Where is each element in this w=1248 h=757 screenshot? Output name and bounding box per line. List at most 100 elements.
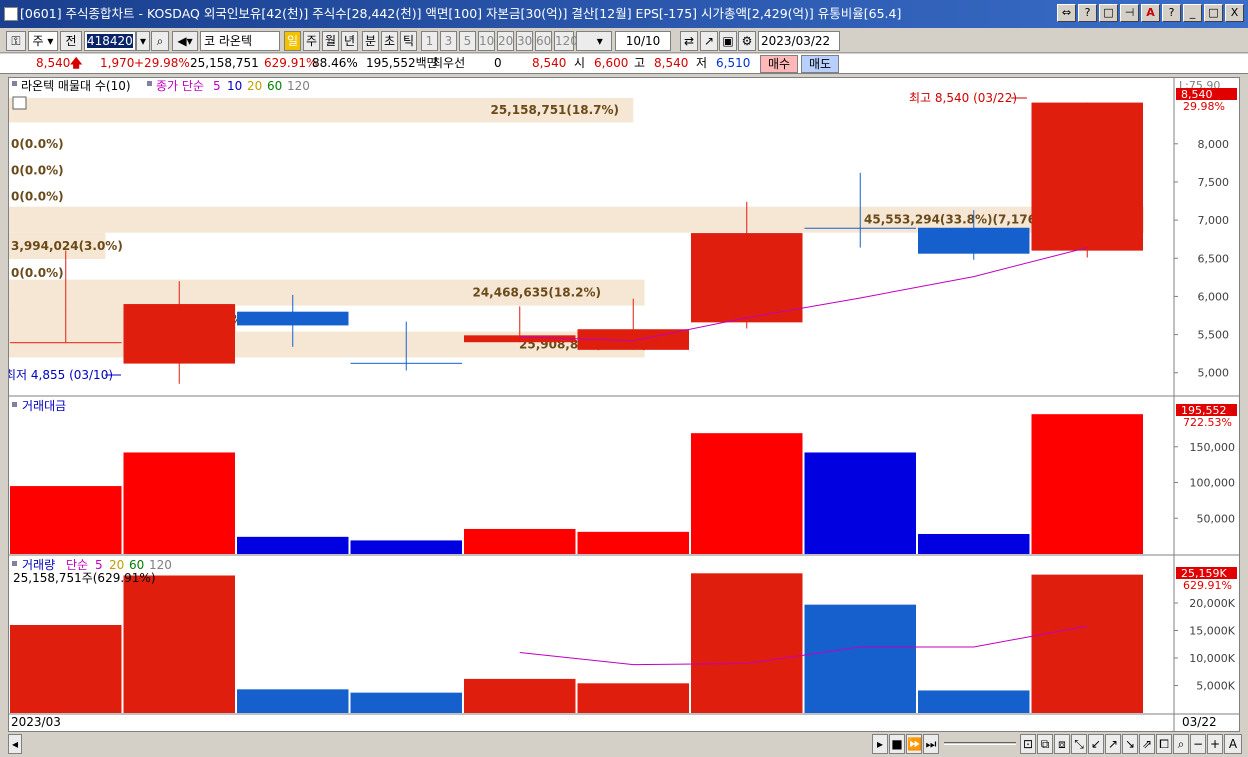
prev-button[interactable]: 전 xyxy=(60,31,82,51)
candle-body-4 xyxy=(464,335,576,343)
ma-legend-120[interactable]: 120 xyxy=(287,79,310,93)
profile-label-6: 0(0.0%) xyxy=(11,266,64,280)
ma-legend-10[interactable]: 10 xyxy=(227,79,242,93)
compare-icon[interactable]: ⧈ xyxy=(1054,734,1070,754)
value-legend[interactable]: 거래대금 xyxy=(22,399,66,413)
lock-icon[interactable]: ⚿ xyxy=(6,31,26,51)
ma-legend-20[interactable]: 20 xyxy=(247,79,262,93)
link-button[interactable]: ⇔ xyxy=(1057,4,1076,22)
period-year[interactable]: 년 xyxy=(341,31,358,51)
change-percent: +29.98% xyxy=(134,56,190,70)
stop-icon[interactable]: ■ xyxy=(889,734,905,754)
price-tick-label-0: 8,000 xyxy=(1198,138,1230,151)
date-input[interactable]: 2023/03/22 ▤ xyxy=(758,31,840,66)
minimize-button[interactable]: _ xyxy=(1183,4,1202,22)
interval-dropdown[interactable]: ▾ xyxy=(576,31,612,51)
stock-code-value: 418420 xyxy=(87,34,133,48)
profile-label-1: 0(0.0%) xyxy=(11,137,64,151)
value-bar-8 xyxy=(918,533,1030,554)
volume-ma-5[interactable]: 5 xyxy=(95,558,103,572)
save-icon[interactable]: ▣ xyxy=(719,31,737,51)
overlay-icon[interactable]: ⧉ xyxy=(1037,734,1053,754)
crosshair-icon[interactable]: ⊡ xyxy=(1020,734,1036,754)
close-button[interactable]: X xyxy=(1225,4,1244,22)
interval-1[interactable]: 1 xyxy=(421,31,438,51)
draw-fib-icon[interactable]: ↘ xyxy=(1122,734,1138,754)
minus-icon[interactable]: − xyxy=(1190,734,1206,754)
period-day[interactable]: 일 xyxy=(284,31,301,51)
chart-svg[interactable]: 25,158,751(18.7%)0(0.0%)0(0.0%)0(0.0%)45… xyxy=(9,78,1239,731)
interval-30[interactable]: 30 xyxy=(516,31,533,51)
tool-arrows-icon[interactable]: ⇄ xyxy=(680,31,698,51)
volume-ma-120[interactable]: 120 xyxy=(149,558,172,572)
interval-5[interactable]: 5 xyxy=(459,31,476,51)
text-tool-icon[interactable]: A xyxy=(1224,734,1242,754)
interval-3[interactable]: 3 xyxy=(440,31,457,51)
volume-legend[interactable]: 거래량 xyxy=(22,558,55,572)
draw-line-icon[interactable]: ⤡ xyxy=(1071,734,1087,754)
buy-button[interactable]: 매수 xyxy=(760,55,798,73)
mode-value: 주 xyxy=(32,34,44,48)
sound-icon[interactable]: ◀▾ xyxy=(172,31,198,51)
tool-chart-icon[interactable]: ↗ xyxy=(700,31,718,51)
pin-button[interactable]: ⊣ xyxy=(1120,4,1139,22)
volume-ma-label[interactable]: 단순 xyxy=(66,558,88,572)
restore-layout-button[interactable]: □ xyxy=(1099,4,1118,22)
candle-body-1 xyxy=(123,304,235,364)
volume-ma-60[interactable]: 60 xyxy=(129,558,144,572)
volume-bars xyxy=(10,573,1143,713)
interval-20[interactable]: 20 xyxy=(497,31,514,51)
volume-bar-5 xyxy=(577,683,689,713)
sell-button[interactable]: 매도 xyxy=(801,55,839,73)
draw-trend-icon[interactable]: ↗ xyxy=(1105,734,1121,754)
zoom-slider[interactable] xyxy=(944,742,1016,745)
profile-label-2: 0(0.0%) xyxy=(11,164,64,178)
interval-120[interactable]: 120 xyxy=(554,31,578,51)
ma-legend-5[interactable]: 5 xyxy=(213,79,221,93)
ma-legend-label[interactable]: 종가 단순 xyxy=(156,79,204,93)
fast-forward-icon[interactable]: ⏩ xyxy=(906,734,922,754)
help-button[interactable]: ? xyxy=(1078,4,1097,22)
stock-code-input[interactable]: 418420 xyxy=(84,31,136,51)
candle-body-2 xyxy=(237,311,349,326)
current-price: 8,540 xyxy=(36,56,71,70)
bid-price: 8,540 xyxy=(532,56,567,70)
search-icon[interactable]: ⌕ xyxy=(151,31,169,51)
profile-legend[interactable]: 라온텍 매물대 수(10) xyxy=(21,79,131,93)
settings-gear-icon[interactable]: ⚙ xyxy=(738,31,756,51)
info-button[interactable]: ? xyxy=(1162,4,1181,22)
draw-ray-icon[interactable]: ↙ xyxy=(1088,734,1104,754)
period-week[interactable]: 주 xyxy=(303,31,320,51)
period-tick[interactable]: 틱 xyxy=(400,31,417,51)
font-button[interactable]: A xyxy=(1141,4,1160,22)
volume-bar-0 xyxy=(10,625,122,713)
screenshot-icon[interactable]: ⧠ xyxy=(1156,734,1172,754)
period-second[interactable]: 초 xyxy=(381,31,398,51)
ma-legend-60[interactable]: 60 xyxy=(267,79,282,93)
stock-name-field[interactable]: 코 라온텍 xyxy=(200,31,280,51)
zoom-icon[interactable]: ⌕ xyxy=(1173,734,1189,754)
play-icon[interactable]: ▸ xyxy=(872,734,888,754)
plus-icon[interactable]: + xyxy=(1207,734,1223,754)
interval-10[interactable]: 10 xyxy=(478,31,495,51)
up-arrow-icon: 🡅 xyxy=(70,56,83,70)
grid-toggle-icon[interactable] xyxy=(12,96,27,110)
profile-label-0: 25,158,751(18.7%) xyxy=(490,103,619,117)
volume-ma-20[interactable]: 20 xyxy=(109,558,124,572)
interval-60[interactable]: 60 xyxy=(535,31,552,51)
chart-area[interactable]: 25,158,751(18.7%) 0(0.0%) 0(0.0%) 0(0.0%) 45… xyxy=(8,77,1240,732)
count-field[interactable]: 10/10 xyxy=(615,31,671,51)
end-icon[interactable]: ⏭ xyxy=(923,734,939,754)
code-dropdown-icon[interactable]: ▾ xyxy=(136,31,150,51)
volume-ma5-line xyxy=(519,625,1088,666)
period-minute[interactable]: 분 xyxy=(362,31,379,51)
scroll-left-icon[interactable]: ◂ xyxy=(8,734,22,754)
draw-channel-icon[interactable]: ⇗ xyxy=(1139,734,1155,754)
period-month[interactable]: 월 xyxy=(322,31,339,51)
maximize-button[interactable]: □ xyxy=(1204,4,1223,22)
market-label: 코 xyxy=(204,34,216,48)
value-bar-0 xyxy=(10,486,122,554)
mode-select[interactable]: 주 ▾ xyxy=(28,31,58,51)
bottom-scrollbar: ◂ ▸ ■ ⏩ ⏭ ⊡ ⧉ ⧈ ⤡ ↙ ↗ ↘ ⇗ ⧠ ⌕ − + A xyxy=(0,732,1248,757)
high-price: 8,540 xyxy=(654,56,689,70)
